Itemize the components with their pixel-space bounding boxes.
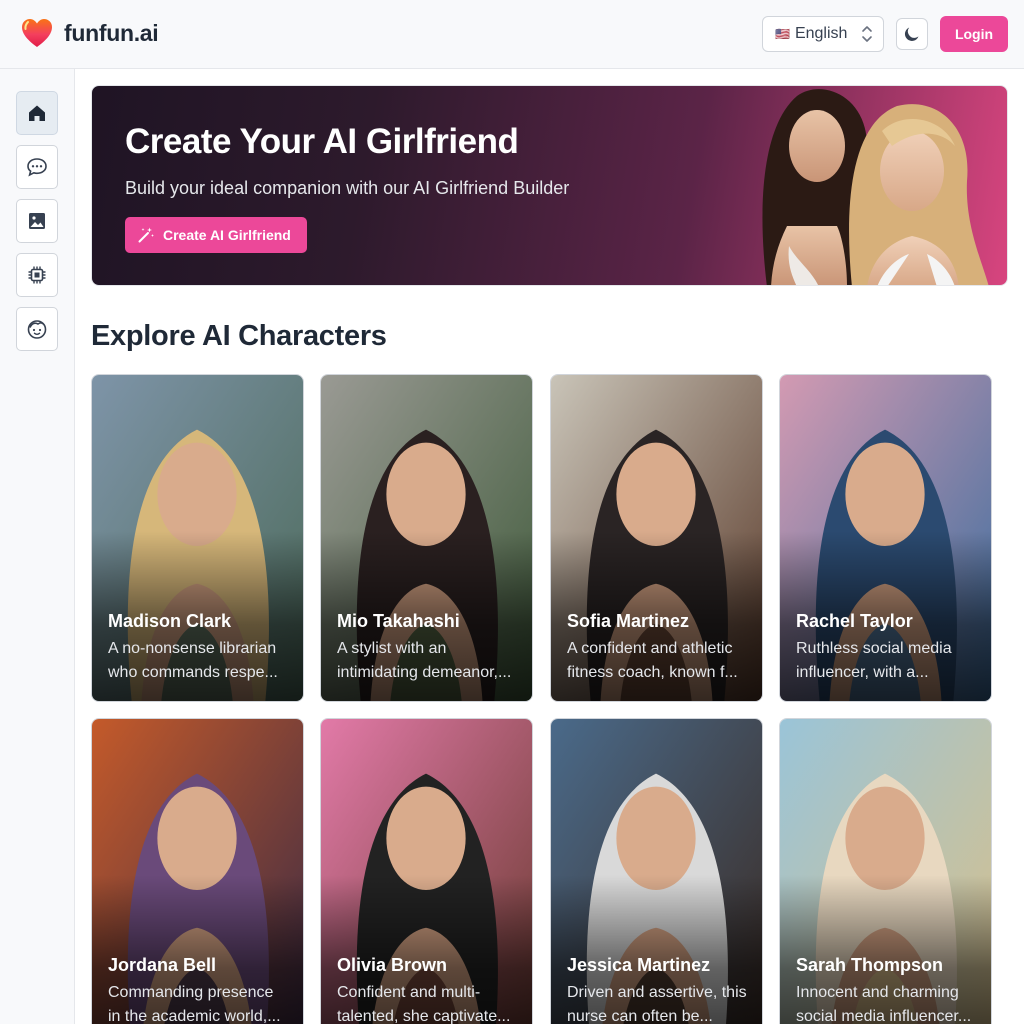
us-flag-icon: 🇺🇸: [775, 27, 790, 41]
character-description: Commanding presence in the academic worl…: [108, 984, 281, 1024]
create-ai-girlfriend-button[interactable]: Create AI Girlfriend: [125, 217, 307, 253]
character-description: Ruthless social media influencer, with a…: [796, 640, 952, 681]
login-button[interactable]: Login: [940, 16, 1008, 52]
character-description: Confident and multi-talented, she captiv…: [337, 984, 511, 1024]
heart-logo-icon: [22, 19, 52, 47]
character-card[interactable]: Madison Clark A no-nonsense librarian who…: [91, 374, 304, 702]
character-name: Olivia Brown: [337, 955, 448, 975]
chat-bubble-icon: [27, 158, 47, 177]
banner-portrait-image: [762, 89, 989, 285]
create-ai-girlfriend-label: Create AI Girlfriend: [163, 227, 291, 243]
moon-icon: [904, 27, 919, 41]
character-name: Sofia Martinez: [567, 611, 690, 631]
character-name: Mio Takahashi: [337, 611, 460, 631]
magic-wand-icon: [138, 227, 154, 243]
sidebar-item-chat[interactable]: [16, 145, 58, 189]
banner-subtitle: Build your ideal companion with our AI G…: [125, 178, 570, 198]
chevron-up-down-icon: [862, 26, 872, 42]
character-name: Rachel Taylor: [796, 611, 913, 631]
sidebar-item-characters[interactable]: [16, 307, 58, 351]
section-title: Explore AI Characters: [91, 320, 387, 352]
create-girlfriend-banner: Create Your AI Girlfriend Build your ide…: [91, 85, 1008, 286]
language-select[interactable]: 🇺🇸 English: [762, 16, 884, 52]
character-card[interactable]: Mio Takahashi A stylist with an intimidat…: [320, 374, 533, 702]
sidebar-item-images[interactable]: [16, 199, 58, 243]
top-header: funfun.ai 🇺🇸 English Login: [0, 0, 1024, 69]
character-card[interactable]: Sarah Thompson Innocent and charming soci…: [779, 718, 992, 1024]
sidebar-item-ai-chip[interactable]: [16, 253, 58, 297]
sidebar-item-home[interactable]: [16, 91, 58, 135]
character-card[interactable]: Sofia Martinez A confident and athletic f…: [550, 374, 763, 702]
banner-title: Create Your AI Girlfriend: [125, 122, 519, 161]
character-card[interactable]: Jordana Bell Commanding presence in the a…: [91, 718, 304, 1024]
logo[interactable]: funfun.ai: [20, 16, 159, 50]
character-name: Jessica Martinez: [567, 955, 711, 975]
character-name: Jordana Bell: [108, 955, 217, 975]
sidebar: [0, 69, 75, 1024]
image-icon: [29, 213, 45, 229]
logo-text: funfun.ai: [64, 19, 159, 46]
character-card[interactable]: Rachel Taylor Ruthless social media influ…: [779, 374, 992, 702]
chip-icon: [28, 266, 46, 284]
character-description: A no-nonsense librarian who commands res…: [108, 640, 278, 681]
character-description: A stylist with an intimidating demeanor,…: [337, 640, 512, 681]
character-description: Driven and assertive, this nurse can oft…: [567, 984, 747, 1024]
character-card[interactable]: Olivia Brown Confident and multi-talented…: [320, 718, 533, 1024]
character-card[interactable]: Jessica Martinez Driven and assertive, th…: [550, 718, 763, 1024]
home-icon: [29, 105, 45, 121]
language-label: English: [794, 25, 848, 42]
theme-toggle-button[interactable]: [896, 18, 928, 50]
character-description: A confident and athletic fitness coach, …: [567, 640, 738, 681]
character-name: Sarah Thompson: [796, 955, 944, 975]
face-icon: [27, 320, 47, 339]
character-name: Madison Clark: [108, 611, 232, 631]
character-description: Innocent and charming social media influ…: [796, 984, 972, 1024]
